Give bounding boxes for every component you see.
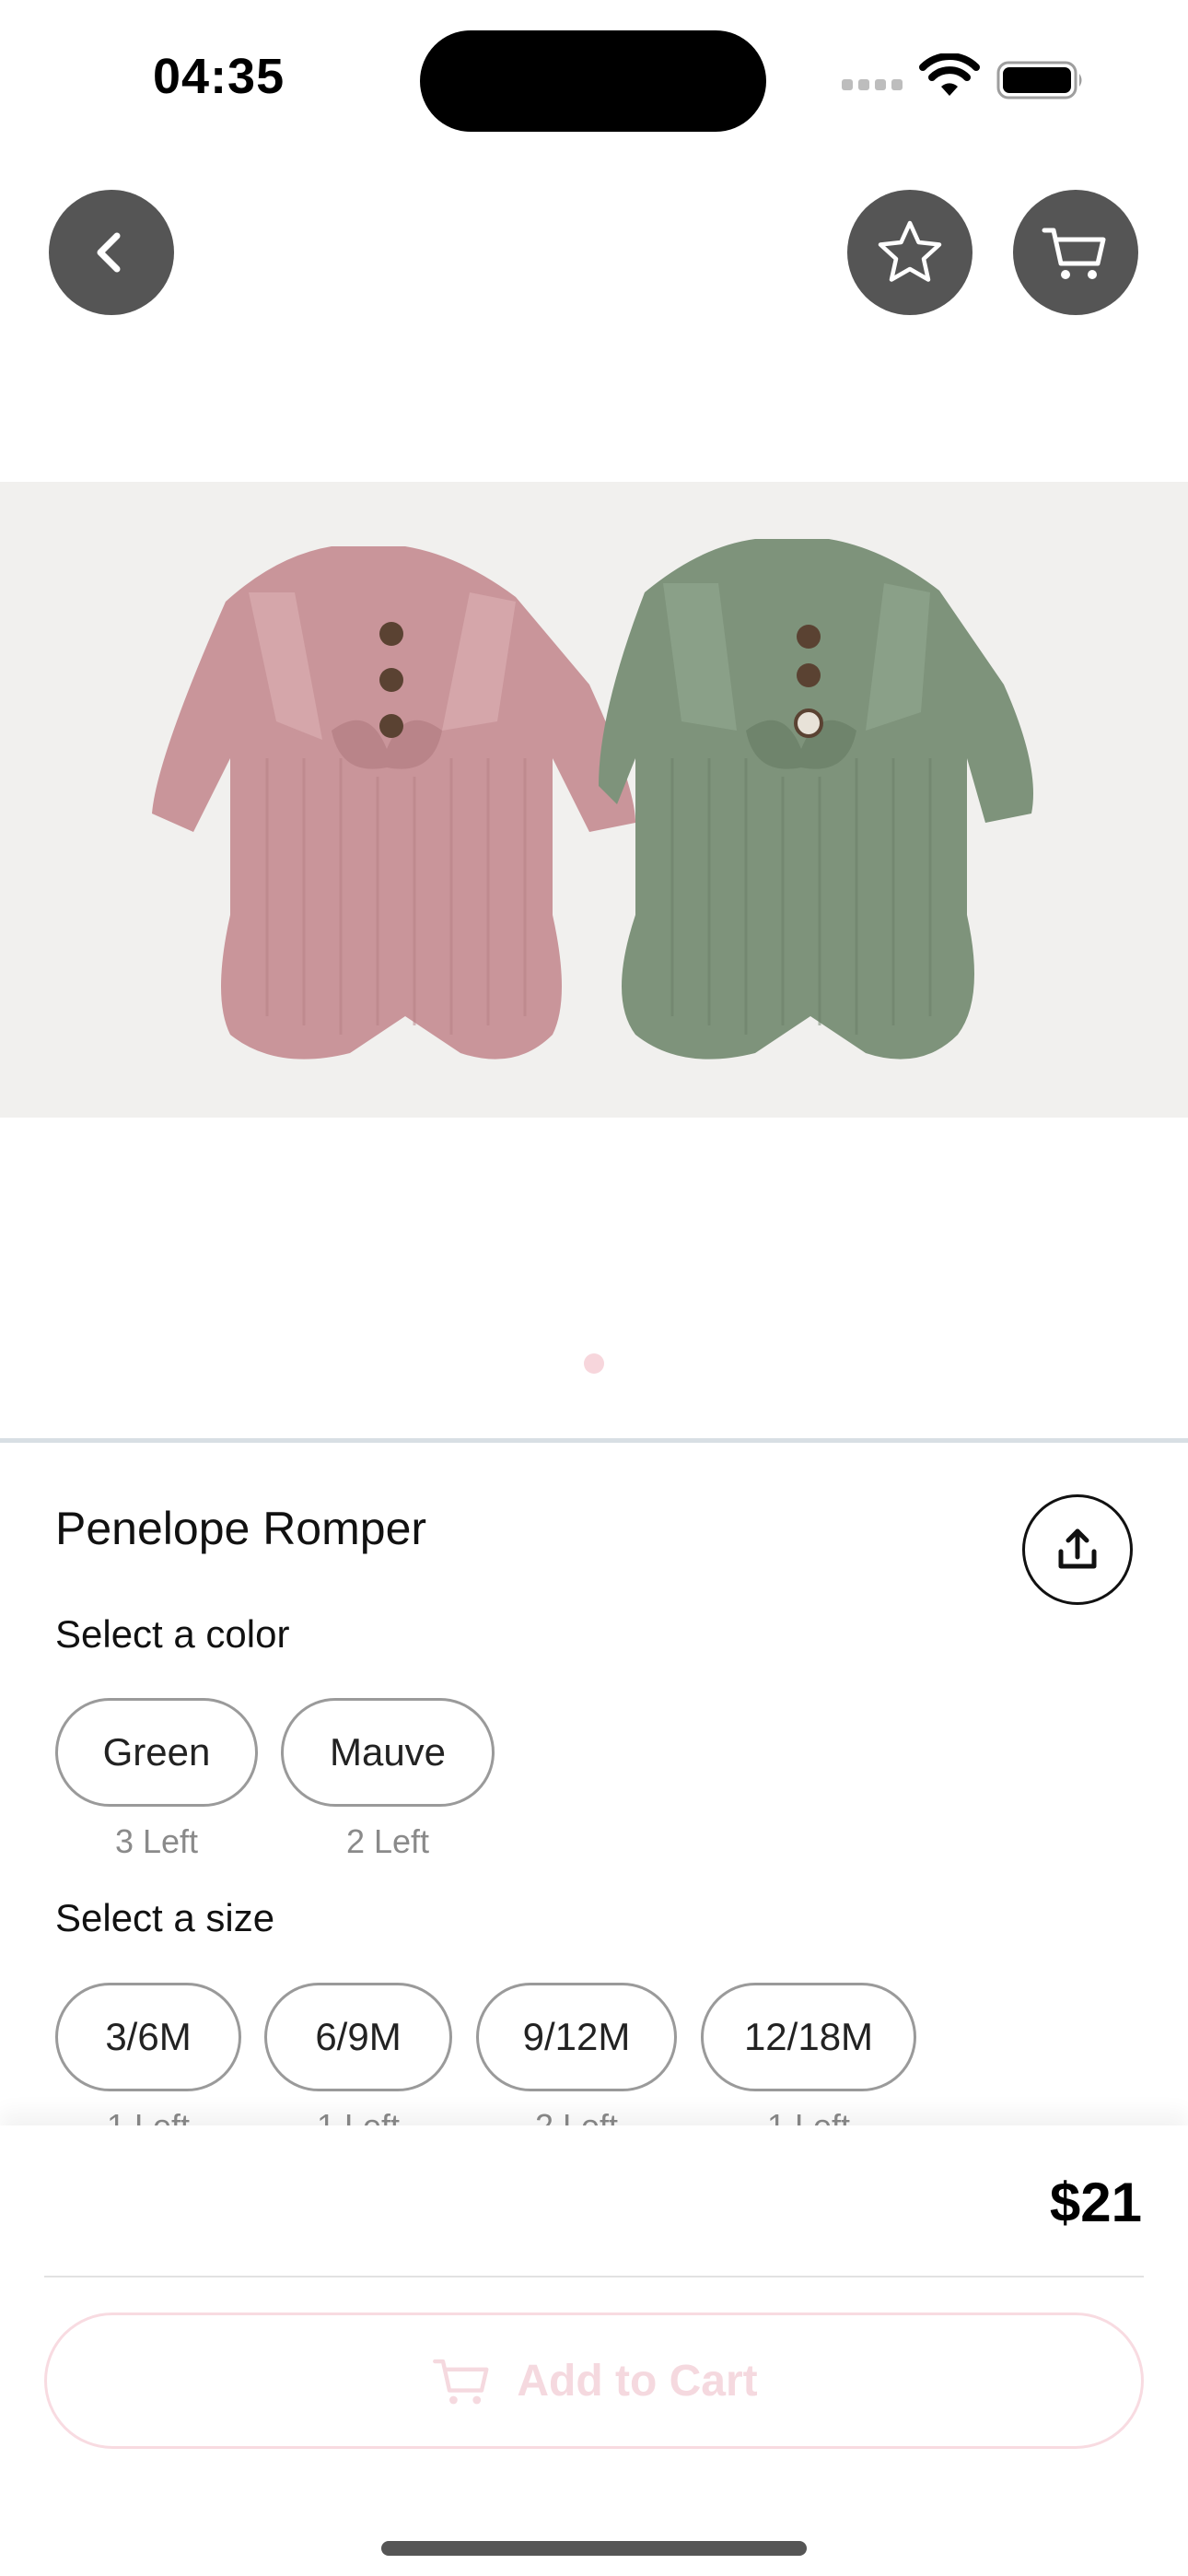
- color-option-green[interactable]: Green: [55, 1698, 258, 1807]
- checkout-divider: [44, 2276, 1144, 2277]
- size-option-12-18m[interactable]: 12/18M: [701, 1983, 916, 2091]
- add-to-cart-label: Add to Cart: [517, 2356, 758, 2406]
- gallery-page-indicator[interactable]: [584, 1353, 604, 1374]
- home-indicator[interactable]: [381, 2541, 807, 2556]
- battery-icon: [996, 61, 1082, 100]
- star-icon: [878, 220, 942, 282]
- color-section-label: Select a color: [55, 1612, 290, 1656]
- size-option-9-12m[interactable]: 9/12M: [476, 1983, 677, 2091]
- share-button[interactable]: [1022, 1494, 1133, 1605]
- size-option-6-9m[interactable]: 6/9M: [264, 1983, 452, 2091]
- product-photo: [0, 482, 1188, 1118]
- color-option-mauve[interactable]: Mauve: [281, 1698, 495, 1807]
- add-to-cart-button[interactable]: Add to Cart: [44, 2313, 1144, 2449]
- cart-button[interactable]: [1013, 190, 1138, 315]
- product-image[interactable]: [0, 482, 1188, 1118]
- product-price: $21: [1049, 2172, 1142, 2233]
- cellular-signal-icon: [842, 79, 903, 90]
- back-button[interactable]: [49, 190, 174, 315]
- cart-icon: [433, 2359, 489, 2405]
- size-option-3-6m[interactable]: 3/6M: [55, 1983, 241, 2091]
- share-icon: [1058, 1528, 1097, 1569]
- product-title: Penelope Romper: [55, 1503, 427, 1554]
- cart-icon: [1042, 228, 1106, 279]
- dynamic-island: [420, 30, 766, 132]
- favorite-button[interactable]: [847, 190, 973, 315]
- status-time: 04:35: [153, 49, 285, 104]
- color-stock-green: 3 Left: [114, 1822, 199, 1860]
- section-divider: [0, 1438, 1188, 1443]
- wifi-icon: [919, 53, 980, 96]
- size-section-label: Select a size: [55, 1896, 275, 1939]
- product-page: 04:35 Penelope Romper Select a color Gre…: [0, 0, 1188, 2576]
- color-stock-mauve: 2 Left: [345, 1822, 430, 1860]
- chevron-left-icon: [97, 232, 121, 273]
